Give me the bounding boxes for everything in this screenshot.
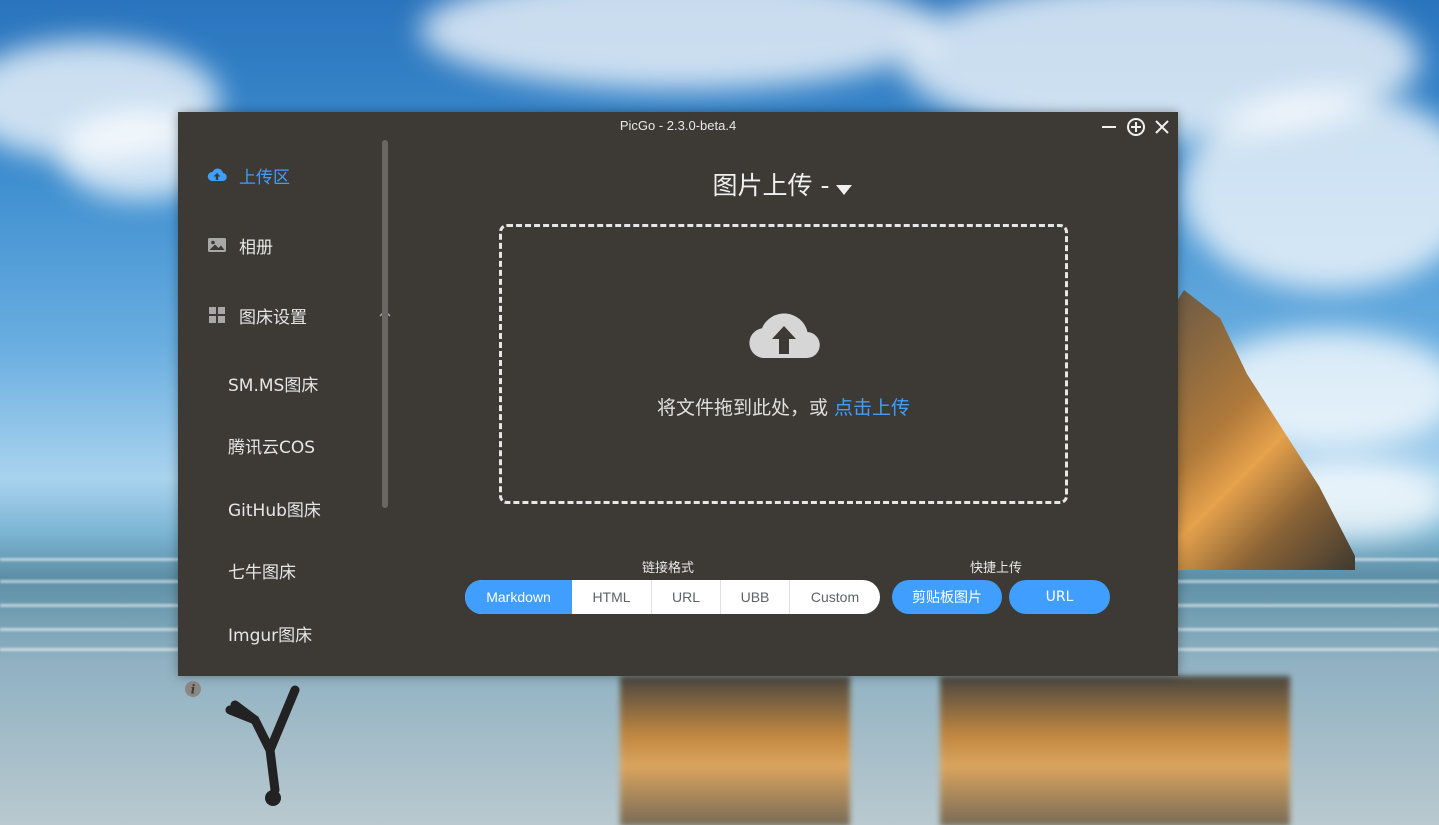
format-custom-button[interactable]: Custom — [790, 580, 880, 614]
sidebar-item-label: 上传区 — [239, 167, 290, 188]
format-ubb-button[interactable]: UBB — [721, 580, 790, 614]
caret-down-icon — [835, 173, 853, 202]
sidebar-subitem-smms[interactable]: SM.MS图床 — [228, 371, 318, 396]
link-format-selector: Markdown HTML URL UBB Custom — [465, 580, 880, 614]
quick-upload-label: 快捷上传 — [970, 561, 1023, 576]
sidebar-item-label: 图床设置 — [239, 307, 307, 328]
sidebar: 上传区 相册 图床设置 SM.MS图床 腾讯云COS GitHub图床 七牛图床… — [178, 140, 391, 697]
title-bar: PicGo - 2.3.0-beta.4 — [178, 112, 1178, 140]
sidebar-item-label: 相册 — [239, 237, 273, 258]
grid-icon — [206, 304, 228, 326]
page-title: 图片上传 - — [712, 171, 830, 200]
sidebar-subitem-github[interactable]: GitHub图床 — [228, 496, 321, 521]
clipboard-image-button[interactable]: 剪贴板图片 — [892, 580, 1002, 614]
svg-text:i: i — [191, 683, 196, 697]
link-format-label: 链接格式 — [642, 561, 695, 576]
maximize-icon[interactable] — [1125, 116, 1147, 138]
url-upload-button[interactable]: URL — [1009, 580, 1110, 614]
format-html-button[interactable]: HTML — [572, 580, 652, 614]
sidebar-subitem-imgur[interactable]: Imgur图床 — [228, 621, 312, 646]
sidebar-subitem-tencent-cos[interactable]: 腾讯云COS — [228, 433, 315, 458]
format-url-button[interactable]: URL — [652, 580, 721, 614]
minimize-icon[interactable] — [1098, 116, 1120, 138]
sidebar-subitem-qiniu[interactable]: 七牛图床 — [228, 558, 296, 583]
close-icon[interactable] — [1151, 116, 1173, 138]
window-title: PicGo - 2.3.0-beta.4 — [619, 118, 737, 133]
picgo-window: PicGo - 2.3.0-beta.4 上传区 相册 图床设置 SM.MS图床… — [178, 112, 1178, 697]
info-icon[interactable]: i — [184, 680, 202, 698]
image-icon — [206, 234, 228, 256]
click-upload-link[interactable]: 点击上传 — [834, 397, 910, 419]
dropzone-text: 将文件拖到此处，或 点击上传 — [502, 393, 1065, 420]
dropzone-hint: 将文件拖到此处，或 — [656, 397, 835, 419]
cloud-upload-icon — [746, 302, 824, 364]
upload-title-dropdown[interactable]: 图片上传 - — [388, 166, 1178, 202]
sidebar-item-upload[interactable]: 上传区 — [206, 160, 376, 190]
format-markdown-button[interactable]: Markdown — [465, 580, 572, 614]
sidebar-item-picbed-settings[interactable]: 图床设置 — [206, 300, 391, 330]
sidebar-item-gallery[interactable]: 相册 — [206, 230, 376, 260]
upload-dropzone[interactable]: 将文件拖到此处，或 点击上传 — [499, 224, 1068, 504]
cloud-upload-icon — [206, 164, 228, 186]
